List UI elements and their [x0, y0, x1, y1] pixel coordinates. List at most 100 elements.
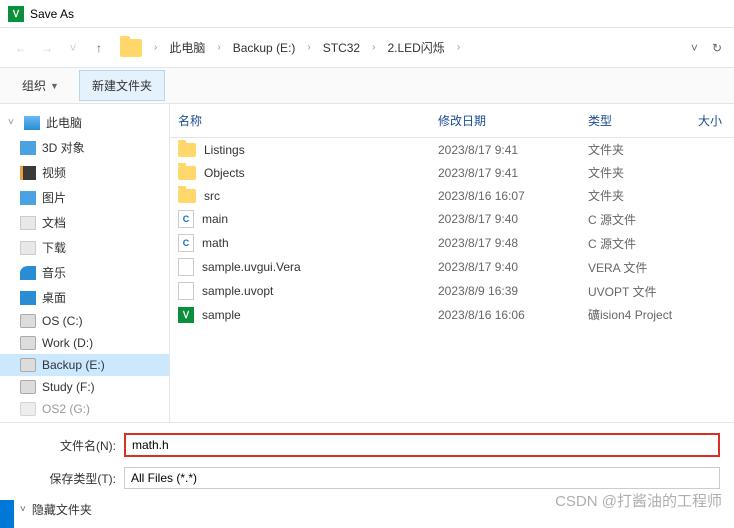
sidebar-item-drive-g[interactable]: OS2 (G:) — [0, 398, 169, 420]
sidebar-item-pictures[interactable]: 图片 — [0, 185, 169, 210]
file-type: C 源文件 — [580, 235, 690, 252]
file-rows: Listings2023/8/17 9:41文件夹Objects2023/8/1… — [170, 138, 734, 326]
table-row[interactable]: src 2023/8/16 16:07文件夹 — [170, 184, 734, 207]
main-area: ˅ 此电脑 3D 对象 视频 图片 文档 下载 音乐 桌面 OS (C:) Wor… — [0, 104, 734, 422]
file-date: 2023/8/17 9:48 — [430, 236, 580, 250]
folder-icon — [178, 166, 196, 180]
filename-input[interactable] — [124, 433, 720, 457]
sidebar-item-music[interactable]: 音乐 — [0, 260, 169, 285]
header-type[interactable]: 类型 — [580, 112, 690, 129]
folder-icon — [120, 39, 142, 57]
download-icon — [20, 241, 36, 255]
c-icon: C — [178, 210, 194, 228]
new-folder-label: 新建文件夹 — [92, 77, 152, 94]
file-date: 2023/8/9 16:39 — [430, 284, 580, 298]
file-name: sample.uvgui.Vera — [202, 260, 301, 274]
file-date: 2023/8/17 9:41 — [430, 166, 580, 180]
filename-row: 文件名(N): — [14, 433, 720, 457]
collapse-icon[interactable]: ˅ — [8, 117, 18, 128]
file-name: main — [202, 212, 228, 226]
picture-icon — [20, 191, 36, 205]
sidebar-label: 音乐 — [42, 264, 66, 281]
sidebar-label: 桌面 — [42, 289, 66, 306]
sidebar-item-pc[interactable]: ˅ 此电脑 — [0, 110, 169, 135]
file-name: src — [204, 189, 220, 203]
file-name: sample.uvopt — [202, 284, 273, 298]
chevron-right-icon: › — [303, 40, 314, 55]
sidebar-label: 3D 对象 — [42, 139, 85, 156]
filetype-select[interactable] — [124, 467, 720, 489]
chevron-down-icon: ▼ — [50, 81, 59, 91]
sidebar-label: 图片 — [42, 189, 66, 206]
sidebar-label: OS (C:) — [42, 314, 83, 328]
sidebar-item-drive-c[interactable]: OS (C:) — [0, 310, 169, 332]
file-date: 2023/8/17 9:41 — [430, 143, 580, 157]
sidebar-label: 下载 — [42, 239, 66, 256]
file-name: sample — [202, 308, 241, 322]
sidebar-label: 视频 — [42, 164, 66, 181]
file-name: Listings — [204, 143, 245, 157]
table-row[interactable]: Cmath2023/8/17 9:48C 源文件 — [170, 231, 734, 255]
table-row[interactable]: sample.uvopt2023/8/9 16:39UVOPT 文件 — [170, 279, 734, 303]
organize-label: 组织 — [22, 77, 46, 94]
crumb-folder1[interactable]: STC32 — [319, 39, 364, 57]
filename-label: 文件名(N): — [14, 437, 124, 454]
drive-icon — [20, 380, 36, 394]
file-date: 2023/8/16 16:06 — [430, 308, 580, 322]
chevron-right-icon: › — [213, 40, 224, 55]
filetype-row: 保存类型(T): — [14, 467, 720, 489]
folder-icon — [178, 143, 196, 157]
drive-icon — [20, 336, 36, 350]
file-date: 2023/8/17 9:40 — [430, 260, 580, 274]
table-row[interactable]: Cmain2023/8/17 9:40C 源文件 — [170, 207, 734, 231]
nav-bar: ← → ˅ ↑ › 此电脑 › Backup (E:) › STC32 › 2.… — [0, 28, 734, 68]
up-button[interactable]: ↑ — [90, 39, 108, 57]
file-name: Objects — [204, 166, 245, 180]
file-type: 文件夹 — [580, 141, 690, 158]
file-date: 2023/8/16 16:07 — [430, 189, 580, 203]
crumb-drive[interactable]: Backup (E:) — [229, 39, 300, 57]
cube-icon — [20, 141, 36, 155]
sidebar-label: OS2 (G:) — [42, 402, 90, 416]
forward-button[interactable]: → — [38, 39, 56, 57]
sidebar-label: 此电脑 — [46, 114, 82, 131]
header-size[interactable]: 大小 — [690, 112, 734, 129]
organize-button[interactable]: 组织 ▼ — [10, 71, 71, 100]
sidebar-item-drive-f[interactable]: Study (F:) — [0, 376, 169, 398]
table-row[interactable]: Objects2023/8/17 9:41文件夹 — [170, 161, 734, 184]
drive-icon — [20, 402, 36, 416]
sidebar-item-video[interactable]: 视频 — [0, 160, 169, 185]
sidebar-item-downloads[interactable]: 下载 — [0, 235, 169, 260]
crumb-pc[interactable]: 此电脑 — [165, 37, 209, 58]
sidebar-item-3d[interactable]: 3D 对象 — [0, 135, 169, 160]
sidebar-item-documents[interactable]: 文档 — [0, 210, 169, 235]
table-row[interactable]: Listings 2023/8/17 9:41文件夹 — [170, 138, 734, 161]
refresh-button[interactable]: ↻ — [712, 41, 722, 55]
chevron-down-icon: ˅ — [20, 504, 26, 515]
table-row[interactable]: sample.uvgui.Vera2023/8/17 9:40VERA 文件 — [170, 255, 734, 279]
music-icon — [20, 266, 36, 280]
chevron-right-icon: › — [150, 40, 161, 55]
drive-icon — [20, 358, 36, 372]
title-bar: Ｖ Save As — [0, 0, 734, 28]
sidebar-item-drive-e[interactable]: Backup (E:) — [0, 354, 169, 376]
sidebar-label: 文档 — [42, 214, 66, 231]
path-dropdown[interactable]: ˅ — [691, 41, 698, 55]
back-button[interactable]: ← — [12, 39, 30, 57]
file-type: 文件夹 — [580, 187, 690, 204]
crumb-folder2[interactable]: 2.LED闪烁 — [383, 37, 448, 58]
chevron-right-icon: › — [453, 40, 464, 55]
document-icon — [20, 216, 36, 230]
table-row[interactable]: Ｖsample2023/8/16 16:06礦ision4 Project — [170, 303, 734, 326]
sidebar-item-drive-d[interactable]: Work (D:) — [0, 332, 169, 354]
app-icon: Ｖ — [178, 307, 194, 323]
recent-dropdown[interactable]: ˅ — [64, 39, 82, 57]
sidebar-item-desktop[interactable]: 桌面 — [0, 285, 169, 310]
header-date[interactable]: 修改日期 — [430, 112, 580, 129]
header-name[interactable]: 名称 — [170, 112, 430, 129]
new-folder-button[interactable]: 新建文件夹 — [79, 70, 165, 101]
folder-icon — [178, 189, 196, 203]
sidebar-label: Study (F:) — [42, 380, 95, 394]
window-title: Save As — [30, 7, 74, 21]
breadcrumb[interactable]: › 此电脑 › Backup (E:) › STC32 › 2.LED闪烁 › — [150, 37, 683, 58]
